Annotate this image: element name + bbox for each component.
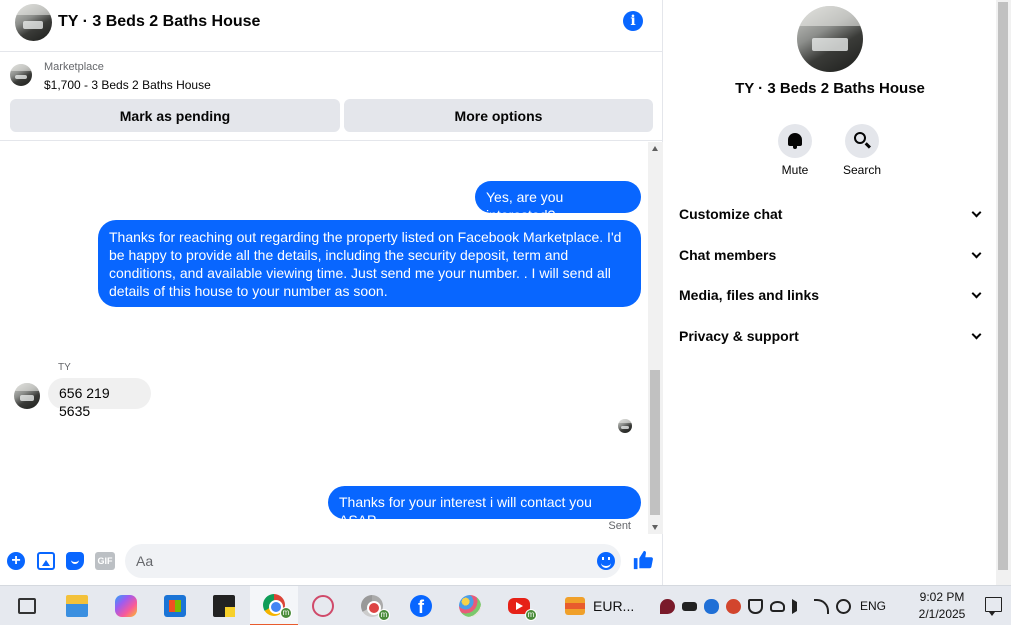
mute-label: Mute: [781, 163, 809, 177]
ticker-icon: [565, 597, 585, 615]
search-circle[interactable]: [845, 124, 879, 158]
section-label: Privacy & support: [679, 328, 799, 344]
more-options-button[interactable]: More options: [344, 99, 653, 132]
chat-header: TY · 3 Beds 2 Baths House i: [0, 0, 663, 44]
sticky-notes-icon: [213, 595, 235, 617]
search-icon: [854, 132, 866, 144]
language-indicator[interactable]: ENG: [860, 599, 886, 613]
ticker-text: EUR...: [593, 598, 635, 614]
message-bubble-incoming[interactable]: 656 219 5635: [48, 378, 151, 419]
battery-device-icon[interactable]: [682, 601, 697, 611]
message-input[interactable]: [125, 544, 621, 578]
chevron-down-icon: [971, 207, 982, 217]
sender-name: TY: [58, 362, 71, 373]
sticky-notes-button[interactable]: [200, 586, 248, 625]
info-pane: TY · 3 Beds 2 Baths House Mute Search Cu…: [664, 0, 996, 585]
cloud-off-icon[interactable]: [770, 600, 785, 612]
bell-icon: [788, 133, 802, 149]
app-tray-icon[interactable]: [726, 598, 741, 614]
search-label: Search: [842, 163, 882, 177]
chat-members-section[interactable]: Chat members: [679, 244, 984, 266]
marketplace-label: Marketplace: [44, 61, 104, 73]
sticker-icon[interactable]: [66, 552, 84, 570]
scroll-down-arrow[interactable]: [652, 525, 658, 530]
taskbar: m m f m EUR... ENG 9:02 PM 2/1/2025: [0, 585, 1011, 625]
profile-badge: m: [280, 607, 292, 619]
search-button[interactable]: Search: [832, 124, 892, 177]
message-scrollbar[interactable]: [648, 142, 663, 534]
chevron-down-icon: [971, 288, 982, 298]
chevron-down-icon: [971, 329, 982, 339]
section-label: Media, files and links: [679, 287, 820, 303]
task-view-button[interactable]: [3, 586, 51, 625]
chrome-profile-button[interactable]: m: [348, 586, 396, 625]
chevron-down-icon: [971, 248, 982, 258]
snipping-tool-button[interactable]: [299, 586, 347, 625]
mute-circle[interactable]: [778, 124, 812, 158]
facebook-icon: f: [410, 595, 432, 617]
page-scroll-thumb[interactable]: [998, 2, 1008, 570]
scroll-up-arrow[interactable]: [652, 146, 658, 151]
mark-as-pending-button[interactable]: Mark as pending: [10, 99, 340, 132]
profile-avatar[interactable]: [797, 6, 863, 72]
clock[interactable]: 9:02 PM 2/1/2025: [910, 589, 974, 623]
system-tray: ENG: [660, 586, 886, 625]
facebook-button[interactable]: f: [397, 586, 445, 625]
chrome-button[interactable]: m: [250, 586, 298, 625]
file-explorer-button[interactable]: [53, 586, 101, 625]
snipping-tool-icon: [312, 595, 334, 617]
info-title: TY · 3 Beds 2 Baths House: [735, 80, 925, 97]
clock-time: 9:02 PM: [919, 590, 965, 604]
message-bubble-outgoing[interactable]: Yes, are you interested?: [475, 181, 641, 223]
privacy-support-section[interactable]: Privacy & support: [679, 325, 984, 347]
security-icon[interactable]: [748, 598, 763, 614]
like-icon[interactable]: [632, 549, 654, 571]
paint-button[interactable]: [446, 586, 494, 625]
microsoft-store-icon: [164, 595, 186, 617]
microsoft-store-button[interactable]: [151, 586, 199, 625]
profile-badge: m: [525, 609, 537, 621]
scroll-thumb[interactable]: [650, 370, 660, 515]
listing-thumbnail[interactable]: [10, 64, 32, 86]
customize-chat-section[interactable]: Customize chat: [679, 203, 984, 225]
profile-badge: m: [378, 609, 390, 621]
composer: + GIF: [0, 541, 663, 581]
section-label: Customize chat: [679, 206, 783, 222]
chat-title[interactable]: TY · 3 Beds 2 Baths House: [58, 13, 260, 31]
read-receipt-avatar: [618, 419, 632, 433]
sender-avatar[interactable]: [14, 383, 40, 409]
emoji-icon[interactable]: [597, 552, 615, 570]
file-explorer-icon: [66, 595, 88, 617]
media-files-links-section[interactable]: Media, files and links: [679, 284, 984, 306]
listing-title[interactable]: $1,700 - 3 Beds 2 Baths House: [44, 78, 211, 92]
youtube-button[interactable]: m: [495, 586, 543, 625]
mute-button[interactable]: Mute: [765, 124, 825, 177]
message-list: Yes, are you interested? Thanks for reac…: [0, 142, 648, 538]
section-label: Chat members: [679, 247, 777, 263]
message-bubble-outgoing[interactable]: Thanks for reaching out regarding the pr…: [98, 220, 641, 307]
volume-icon[interactable]: [792, 598, 807, 614]
chat-avatar[interactable]: [15, 3, 52, 41]
paint-icon: [459, 595, 481, 617]
info-icon[interactable]: i: [623, 11, 643, 31]
chat-pane: TY · 3 Beds 2 Baths House i Marketplace …: [0, 0, 663, 585]
wifi-icon[interactable]: [814, 598, 829, 614]
copilot-button[interactable]: [102, 586, 150, 625]
gif-icon[interactable]: GIF: [95, 552, 115, 570]
ticker-widget[interactable]: EUR...: [565, 586, 634, 625]
plus-icon[interactable]: +: [7, 552, 25, 570]
message-bubble-outgoing[interactable]: Thanks for your interest i will contact …: [328, 486, 641, 528]
page-scrollbar[interactable]: [996, 0, 1011, 585]
image-icon[interactable]: [37, 552, 55, 570]
copilot-icon: [115, 595, 137, 617]
marketplace-banner: Marketplace $1,700 - 3 Beds 2 Baths Hous…: [0, 51, 663, 141]
task-view-icon: [18, 598, 36, 614]
bluetooth-icon[interactable]: [704, 598, 719, 614]
meet-now-icon[interactable]: [836, 598, 851, 614]
sent-status: Sent: [608, 520, 631, 532]
location-icon[interactable]: [660, 598, 675, 614]
notification-icon[interactable]: [985, 597, 1002, 616]
clock-date: 2/1/2025: [918, 607, 966, 621]
